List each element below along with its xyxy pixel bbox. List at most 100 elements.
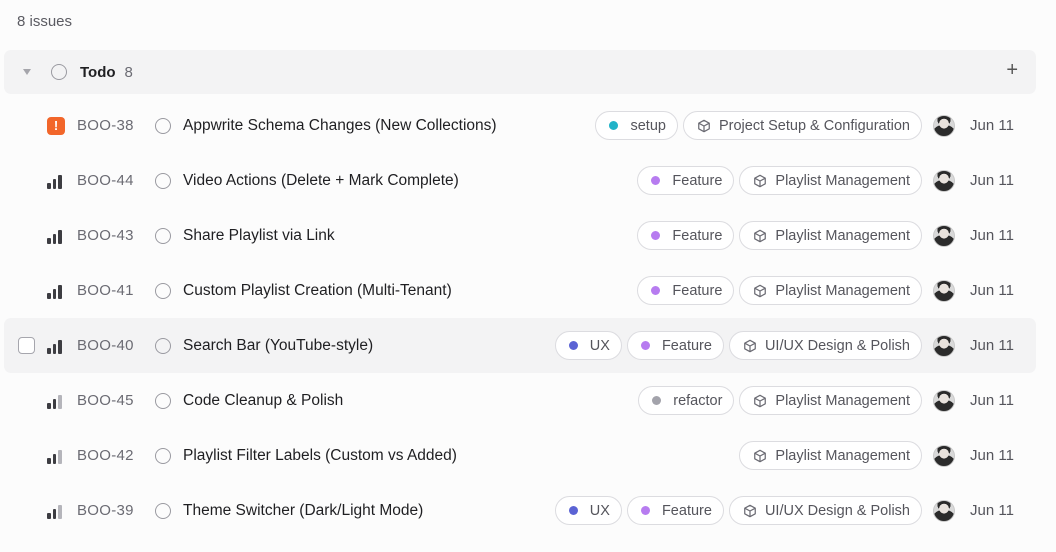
label-chip[interactable]: UX bbox=[554, 496, 622, 525]
label-dot-icon bbox=[568, 506, 578, 515]
project-chip[interactable]: Playlist Management bbox=[739, 276, 922, 305]
cube-icon bbox=[743, 504, 757, 518]
label-dot-icon bbox=[651, 231, 661, 240]
label-name: UX bbox=[589, 502, 610, 519]
issue-row[interactable]: BOO-44 Video Actions (Delete + Mark Compl… bbox=[4, 153, 1036, 208]
label-chip[interactable]: Feature bbox=[626, 331, 724, 360]
project-chip[interactable]: Playlist Management bbox=[739, 386, 922, 415]
medium-priority-icon bbox=[47, 449, 65, 464]
assignee-avatar[interactable] bbox=[933, 114, 955, 137]
label-chip[interactable]: UX bbox=[554, 331, 622, 360]
urgent-priority-icon: ! bbox=[47, 116, 65, 135]
priority-button[interactable] bbox=[47, 227, 65, 245]
assignee-avatar[interactable] bbox=[933, 169, 955, 192]
label-name: refactor bbox=[673, 392, 723, 409]
priority-button[interactable] bbox=[47, 447, 65, 465]
assignee-avatar[interactable] bbox=[933, 389, 955, 412]
select-checkbox[interactable] bbox=[18, 337, 35, 354]
label-chip[interactable]: setup bbox=[595, 111, 678, 140]
status-icon[interactable] bbox=[155, 117, 171, 134]
assignee-avatar[interactable] bbox=[933, 279, 955, 302]
status-icon[interactable] bbox=[155, 172, 171, 189]
project-chip[interactable]: Project Setup & Configuration bbox=[682, 111, 922, 140]
status-icon[interactable] bbox=[155, 282, 171, 299]
priority-button[interactable] bbox=[47, 502, 65, 520]
issue-date: Jun 11 bbox=[970, 172, 1014, 189]
label-chip[interactable]: Feature bbox=[637, 221, 735, 250]
issue-id: BOO-38 bbox=[77, 117, 134, 134]
add-issue-button[interactable]: + bbox=[1006, 60, 1018, 80]
project-name: UI/UX Design & Polish bbox=[764, 337, 910, 354]
status-icon[interactable] bbox=[155, 337, 171, 354]
cube-icon bbox=[743, 339, 757, 353]
project-name: Playlist Management bbox=[775, 447, 910, 464]
issue-row[interactable]: BOO-42 Playlist Filter Labels (Custom vs … bbox=[4, 428, 1036, 483]
priority-button[interactable] bbox=[47, 337, 65, 355]
group-header-todo[interactable]: Todo 8 + bbox=[4, 50, 1036, 94]
issue-title: Theme Switcher (Dark/Light Mode) bbox=[183, 501, 424, 519]
project-chip[interactable]: Playlist Management bbox=[739, 221, 922, 250]
cube-icon bbox=[753, 449, 767, 463]
label-dot-icon bbox=[651, 286, 661, 295]
label-chip[interactable]: refactor bbox=[638, 386, 735, 415]
issue-date: Jun 11 bbox=[970, 337, 1014, 354]
issue-date: Jun 11 bbox=[970, 502, 1014, 519]
issue-id: BOO-44 bbox=[77, 172, 134, 189]
label-dot-icon bbox=[640, 506, 650, 515]
assignee-avatar[interactable] bbox=[933, 334, 955, 357]
label-dot-icon bbox=[652, 396, 662, 405]
issue-meta: setup Project Setup & Configuration Jun 11 bbox=[595, 111, 1014, 140]
priority-button[interactable] bbox=[47, 282, 65, 300]
project-name: UI/UX Design & Polish bbox=[764, 502, 910, 519]
cube-icon bbox=[753, 284, 767, 298]
status-icon[interactable] bbox=[155, 447, 171, 464]
project-name: Project Setup & Configuration bbox=[718, 117, 910, 134]
high-priority-icon bbox=[47, 339, 65, 354]
issue-meta: Playlist Management Jun 11 bbox=[739, 441, 1014, 470]
project-chip[interactable]: Playlist Management bbox=[739, 166, 922, 195]
label-chip[interactable]: Feature bbox=[626, 496, 724, 525]
label-dot-icon bbox=[640, 341, 650, 350]
label-chip[interactable]: Feature bbox=[637, 166, 735, 195]
collapse-caret-icon[interactable] bbox=[23, 69, 31, 75]
assignee-avatar[interactable] bbox=[933, 499, 955, 522]
project-chip[interactable]: UI/UX Design & Polish bbox=[728, 331, 922, 360]
group-count: 8 bbox=[124, 63, 133, 81]
assignee-avatar[interactable] bbox=[933, 224, 955, 247]
label-name: Feature bbox=[672, 172, 723, 189]
cube-icon bbox=[753, 229, 767, 243]
issue-row[interactable]: BOO-43 Share Playlist via Link Feature Play… bbox=[4, 208, 1036, 263]
issue-meta: UX Feature UI/UX Design & Polish Jun 11 bbox=[554, 496, 1014, 525]
issue-meta: Feature Playlist Management Jun 11 bbox=[637, 221, 1014, 250]
project-chip[interactable]: UI/UX Design & Polish bbox=[728, 496, 922, 525]
assignee-avatar[interactable] bbox=[933, 444, 955, 467]
project-chip[interactable]: Playlist Management bbox=[739, 441, 922, 470]
issue-row[interactable]: BOO-45 Code Cleanup & Polish refactor Playl… bbox=[4, 373, 1036, 428]
project-name: Playlist Management bbox=[775, 172, 910, 189]
issue-title: Playlist Filter Labels (Custom vs Added) bbox=[183, 446, 457, 464]
issue-row[interactable]: BOO-40 Search Bar (YouTube-style) UX Featur… bbox=[4, 318, 1036, 373]
issue-count: 8 issues bbox=[17, 13, 73, 30]
priority-button[interactable]: ! bbox=[47, 116, 65, 135]
issue-meta: Feature Playlist Management Jun 11 bbox=[637, 276, 1014, 305]
issue-row[interactable]: BOO-39 Theme Switcher (Dark/Light Mode) UX… bbox=[4, 483, 1036, 538]
status-icon[interactable] bbox=[155, 227, 171, 244]
medium-priority-icon bbox=[47, 504, 65, 519]
issue-meta: UX Feature UI/UX Design & Polish Jun 11 bbox=[554, 331, 1014, 360]
issue-row[interactable]: ! BOO-38 Appwrite Schema Changes (New Coll… bbox=[4, 98, 1036, 153]
issue-title: Appwrite Schema Changes (New Collections… bbox=[183, 116, 497, 134]
label-name: Feature bbox=[661, 337, 712, 354]
status-icon[interactable] bbox=[155, 502, 171, 519]
issue-id: BOO-42 bbox=[77, 447, 134, 464]
label-dot-icon bbox=[651, 176, 661, 185]
issue-title: Code Cleanup & Polish bbox=[183, 391, 344, 409]
high-priority-icon bbox=[47, 174, 65, 189]
label-chip[interactable]: Feature bbox=[637, 276, 735, 305]
issue-row[interactable]: BOO-41 Custom Playlist Creation (Multi-Te… bbox=[4, 263, 1036, 318]
priority-button[interactable] bbox=[47, 172, 65, 190]
priority-button[interactable] bbox=[47, 392, 65, 410]
issue-date: Jun 11 bbox=[970, 392, 1014, 409]
issue-id: BOO-41 bbox=[77, 282, 134, 299]
issue-date: Jun 11 bbox=[970, 227, 1014, 244]
status-icon[interactable] bbox=[155, 392, 171, 409]
